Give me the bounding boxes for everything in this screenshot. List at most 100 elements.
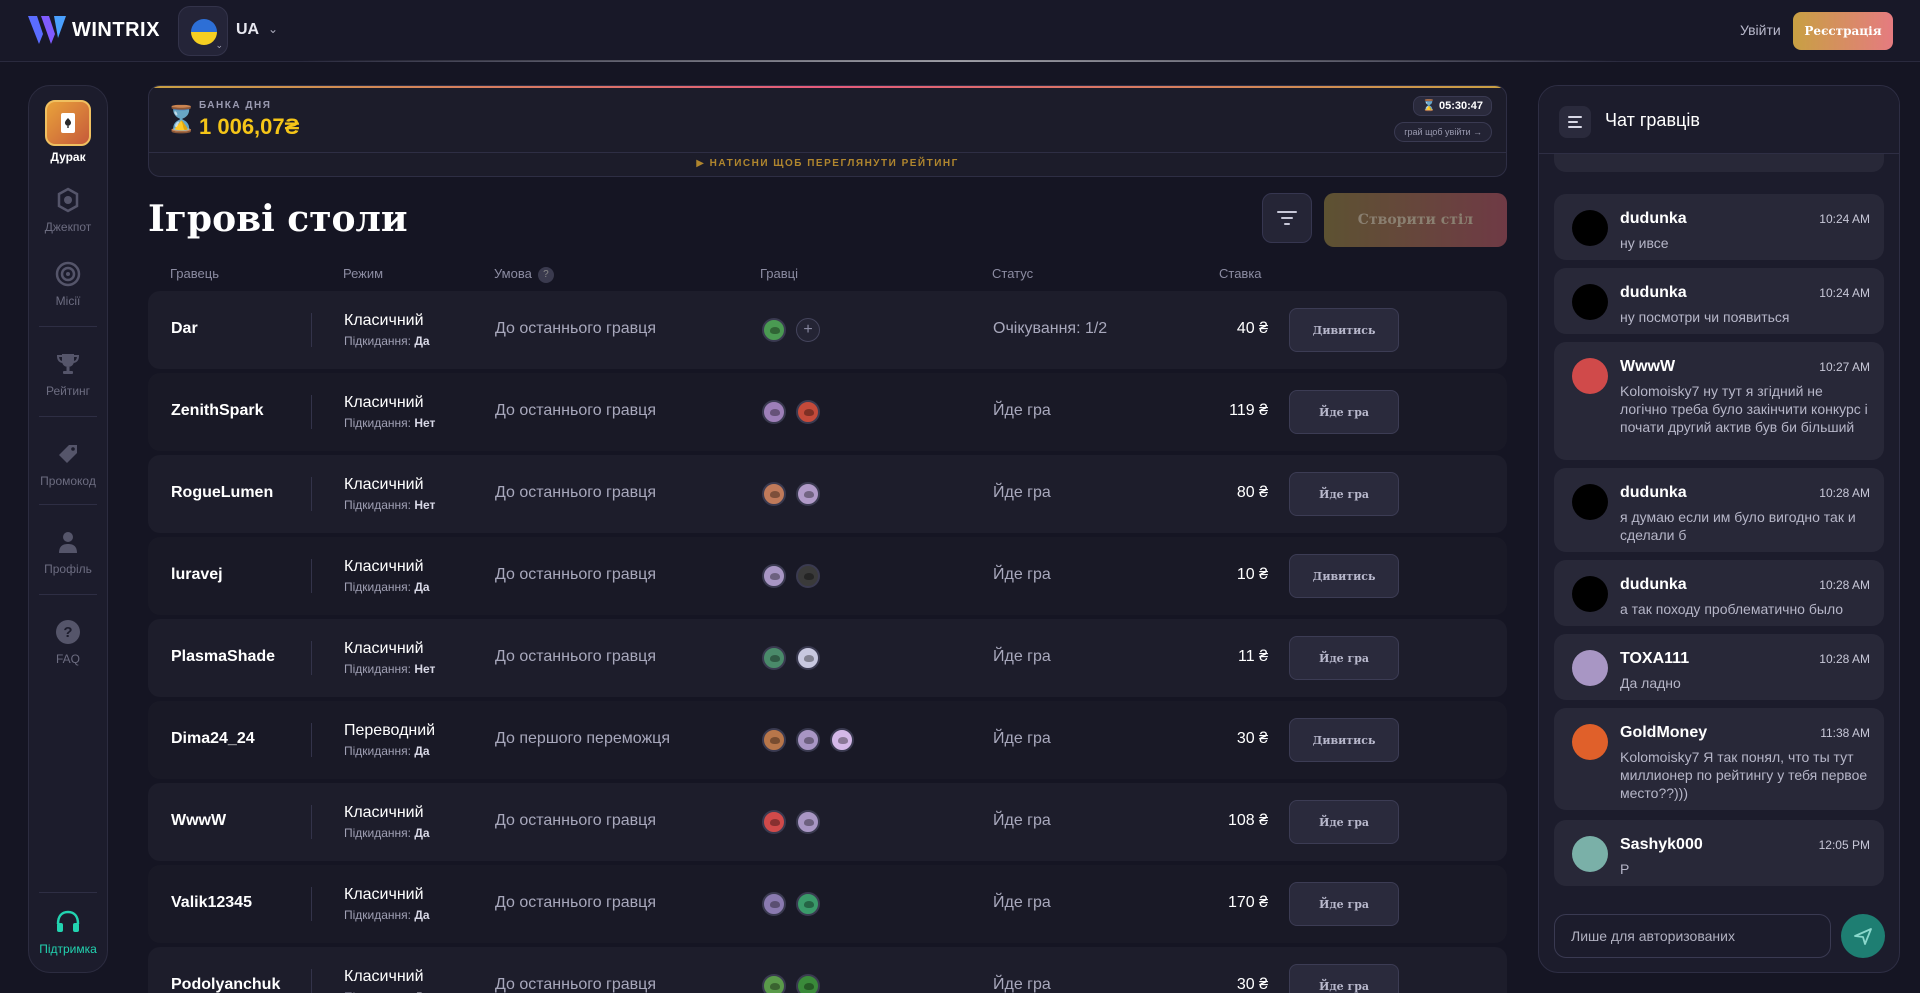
ticket-icon (54, 440, 82, 468)
table-owner: PlasmaShade (171, 648, 276, 665)
sidebar-item-rating[interactable]: Рейтинг (29, 350, 107, 398)
message-username[interactable]: TOXA111 (1620, 650, 1689, 668)
cards-icon (45, 100, 91, 146)
player-avatar (762, 646, 786, 670)
user-avatar[interactable] (1572, 484, 1608, 520)
chat-input[interactable] (1554, 914, 1831, 958)
hourglass-icon: ⌛ (165, 104, 198, 134)
column-header-stake: Ставка (1219, 266, 1262, 281)
message-username[interactable]: dudunka (1620, 210, 1687, 228)
win-condition: До останнього гравця (495, 566, 656, 583)
column-header-mode: Режим (343, 266, 384, 281)
throw-in-value: Да (414, 334, 430, 348)
sidebar-item-durak[interactable]: Дурак (29, 100, 107, 164)
table-stake: 108 ₴ (1227, 812, 1268, 829)
table-row[interactable]: PlasmaShade Класичний Підкидання: Нет До ос… (148, 619, 1507, 697)
target-icon (54, 260, 82, 288)
play-to-enter-button[interactable]: грай щоб увійти → (1394, 122, 1492, 142)
message-username[interactable]: dudunka (1620, 284, 1687, 302)
chevron-down-icon[interactable]: ⌄ (268, 22, 278, 36)
sidebar-item-support[interactable]: Підтримка (29, 908, 107, 956)
table-row[interactable]: WwwW Класичний Підкидання: Да До останнього… (148, 783, 1507, 861)
table-action-button[interactable]: Йде гра (1289, 390, 1399, 434)
throw-in-value: Да (414, 908, 430, 922)
table-action-button[interactable]: Дивитись (1289, 554, 1399, 598)
player-avatar (796, 564, 820, 588)
chat-message: dudunka 10:28 AM а так походу проблематичн… (1554, 560, 1884, 626)
language-selector[interactable]: ⌄ (178, 6, 228, 56)
user-avatar[interactable] (1572, 836, 1608, 872)
bank-label: БАНКА ДНЯ (199, 100, 272, 111)
column-header-condition: Умова? (494, 266, 554, 283)
game-mode: Класичний (344, 394, 424, 411)
table-action-button[interactable]: Йде гра (1289, 964, 1399, 993)
login-link[interactable]: Увійти (1740, 22, 1781, 38)
brand-name: WINTRIX (72, 18, 160, 41)
user-avatar[interactable] (1572, 210, 1608, 246)
create-table-button[interactable]: Створити стіл (1324, 193, 1507, 247)
view-rating-link[interactable]: ▶ НАТИСНИ ЩОБ ПЕРЕГЛЯНУТИ РЕЙТИНГ (149, 158, 1506, 169)
player-avatar (762, 974, 786, 993)
column-divider (311, 313, 312, 347)
table-action-button[interactable]: Дивитись (1289, 718, 1399, 762)
join-seat-button[interactable]: + (796, 318, 820, 342)
sidebar: Дурак Джекпот Місії Рейтинг Промокод Про… (28, 85, 108, 973)
message-time: 12:05 PM (1818, 838, 1870, 852)
logo[interactable]: WINTRIX (28, 16, 160, 44)
send-icon (1854, 928, 1872, 945)
throw-in-value: Нет (414, 662, 436, 676)
help-icon[interactable]: ? (537, 266, 554, 283)
user-avatar[interactable] (1572, 724, 1608, 760)
send-button[interactable] (1841, 914, 1885, 958)
table-row[interactable]: Valik12345 Класичний Підкидання: Да До оста… (148, 865, 1507, 943)
message-username[interactable]: dudunka (1620, 484, 1687, 502)
player-avatar (762, 728, 786, 752)
message-username[interactable]: WwwW (1620, 358, 1675, 376)
table-owner: luravej (171, 566, 223, 583)
table-row[interactable]: luravej Класичний Підкидання: Да До останнь… (148, 537, 1507, 615)
table-stake: 10 ₴ (1236, 566, 1268, 583)
table-action-button[interactable]: Дивитись (1289, 308, 1399, 352)
sidebar-divider (39, 416, 97, 417)
table-row[interactable]: RogueLumen Класичний Підкидання: Нет До ост… (148, 455, 1507, 533)
game-mode: Переводний (344, 722, 436, 739)
table-action-button[interactable]: Йде гра (1289, 882, 1399, 926)
table-action-button[interactable]: Йде гра (1289, 472, 1399, 516)
user-avatar[interactable] (1572, 576, 1608, 612)
filter-button[interactable] (1262, 193, 1312, 243)
user-avatar[interactable] (1572, 650, 1608, 686)
player-avatar (762, 892, 786, 916)
table-row[interactable]: Dar Класичний Підкидання: Да До останнього … (148, 291, 1507, 369)
throw-in-label: Підкидання: (344, 498, 412, 512)
sidebar-item-label: Джекпот (44, 220, 92, 234)
table-status: Йде гра (993, 484, 1051, 501)
sidebar-item-promocode[interactable]: Промокод (29, 440, 107, 488)
table-row[interactable]: Dima24_24 Переводний Підкидання: Да До перш… (148, 701, 1507, 779)
menu-icon[interactable] (1559, 106, 1591, 138)
table-action-button[interactable]: Йде гра (1289, 800, 1399, 844)
message-username[interactable]: dudunka (1620, 576, 1687, 594)
throw-in-value: Нет (414, 416, 436, 430)
win-condition: До останнього гравця (495, 402, 656, 419)
sidebar-item-profile[interactable]: Профіль (29, 528, 107, 576)
table-row[interactable]: ZenithSpark Класичний Підкидання: Нет До ос… (148, 373, 1507, 451)
banner-divider (149, 152, 1506, 153)
user-avatar[interactable] (1572, 358, 1608, 394)
table-row[interactable]: PodolyanchukКласичнийПідкидання: ДаДо ос… (148, 947, 1507, 993)
user-avatar[interactable] (1572, 284, 1608, 320)
message-username[interactable]: GoldMoney (1620, 724, 1707, 742)
chat-messages[interactable]: красавцыdudunka10:24 AMну ивсеdudunka10:… (1539, 86, 1899, 886)
message-username[interactable]: Sashyk000 (1620, 836, 1703, 854)
sidebar-item-missions[interactable]: Місії (29, 260, 107, 308)
sidebar-item-faq[interactable]: ? FAQ (29, 618, 107, 666)
throw-in-label: Підкидання: (344, 416, 412, 430)
throw-in-label: Підкидання: (344, 662, 412, 676)
table-action-button[interactable]: Йде гра (1289, 636, 1399, 680)
message-time: 10:24 AM (1819, 212, 1870, 226)
table-status: Йде гра (993, 402, 1051, 419)
daily-bank-banner[interactable]: ⌛ БАНКА ДНЯ 1 006,07₴ ⌛ 05:30:47 грай що… (148, 85, 1507, 177)
language-code[interactable]: UA (236, 21, 259, 39)
message-time: 10:27 AM (1819, 360, 1870, 374)
sidebar-item-jackpot[interactable]: Джекпот (29, 186, 107, 234)
register-button[interactable]: Реєстрація (1793, 12, 1893, 50)
